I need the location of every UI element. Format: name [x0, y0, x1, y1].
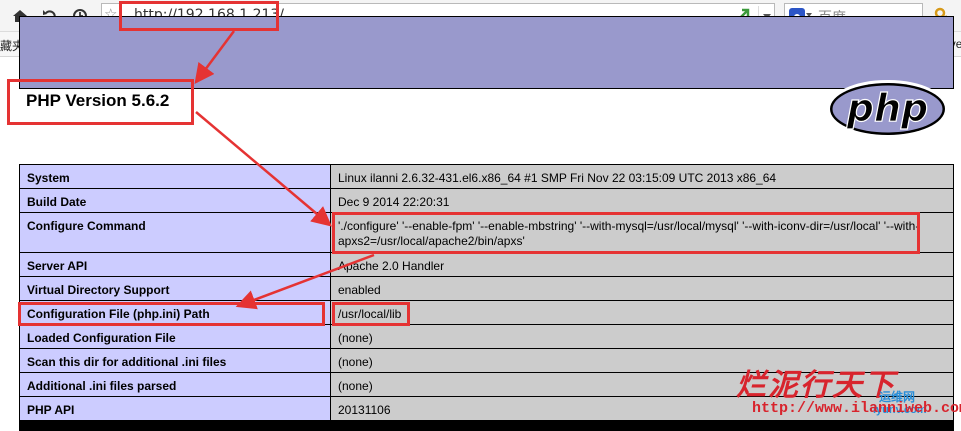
row-label: Scan this dir for additional .ini files: [20, 349, 330, 372]
row-label: Virtual Directory Support: [20, 277, 330, 300]
row-value: (none): [331, 325, 953, 348]
table-row: Configuration File (php.ini) Path/usr/lo…: [20, 301, 953, 324]
row-label: Server API: [20, 253, 330, 276]
phpinfo-header: [19, 16, 954, 89]
row-value: './configure' '--enable-fpm' '--enable-m…: [331, 213, 953, 252]
watermark: 烂泥行天下 运维网 iyunv.com http://www.ilanniweb…: [736, 360, 961, 430]
table-row: Loaded Configuration File (none): [20, 325, 953, 348]
row-label: PHP API: [20, 397, 330, 420]
row-value: Apache 2.0 Handler: [331, 253, 953, 276]
table-row: Build Date Dec 9 2014 22:20:31: [20, 189, 953, 212]
row-label: Configuration File (php.ini) Path: [20, 301, 330, 324]
row-value: Dec 9 2014 22:20:31: [331, 189, 953, 212]
row-label: System: [20, 165, 330, 188]
row-value: enabled: [331, 277, 953, 300]
page-title: PHP Version 5.6.2: [26, 91, 170, 110]
watermark-title: 烂泥行天下: [736, 368, 896, 403]
row-label: Build Date: [20, 189, 330, 212]
row-label: Configure Command: [20, 213, 330, 252]
php-logo: php: [827, 80, 948, 138]
row-label: Loaded Configuration File: [20, 325, 330, 348]
watermark-url: http://www.ilanniweb.com: [752, 400, 961, 417]
table-row: Server API Apache 2.0 Handler: [20, 253, 953, 276]
php-logo-text: php: [846, 86, 928, 130]
row-value: Linux ilanni 2.6.32-431.el6.x86_64 #1 SM…: [331, 165, 953, 188]
table-row: System Linux ilanni 2.6.32-431.el6.x86_64…: [20, 165, 953, 188]
row-label: Additional .ini files parsed: [20, 373, 330, 396]
table-row: Virtual Directory Support enabled: [20, 277, 953, 300]
row-value: /usr/local/lib: [331, 301, 953, 324]
table-row: Configure Command './configure' '--enable…: [20, 213, 953, 252]
